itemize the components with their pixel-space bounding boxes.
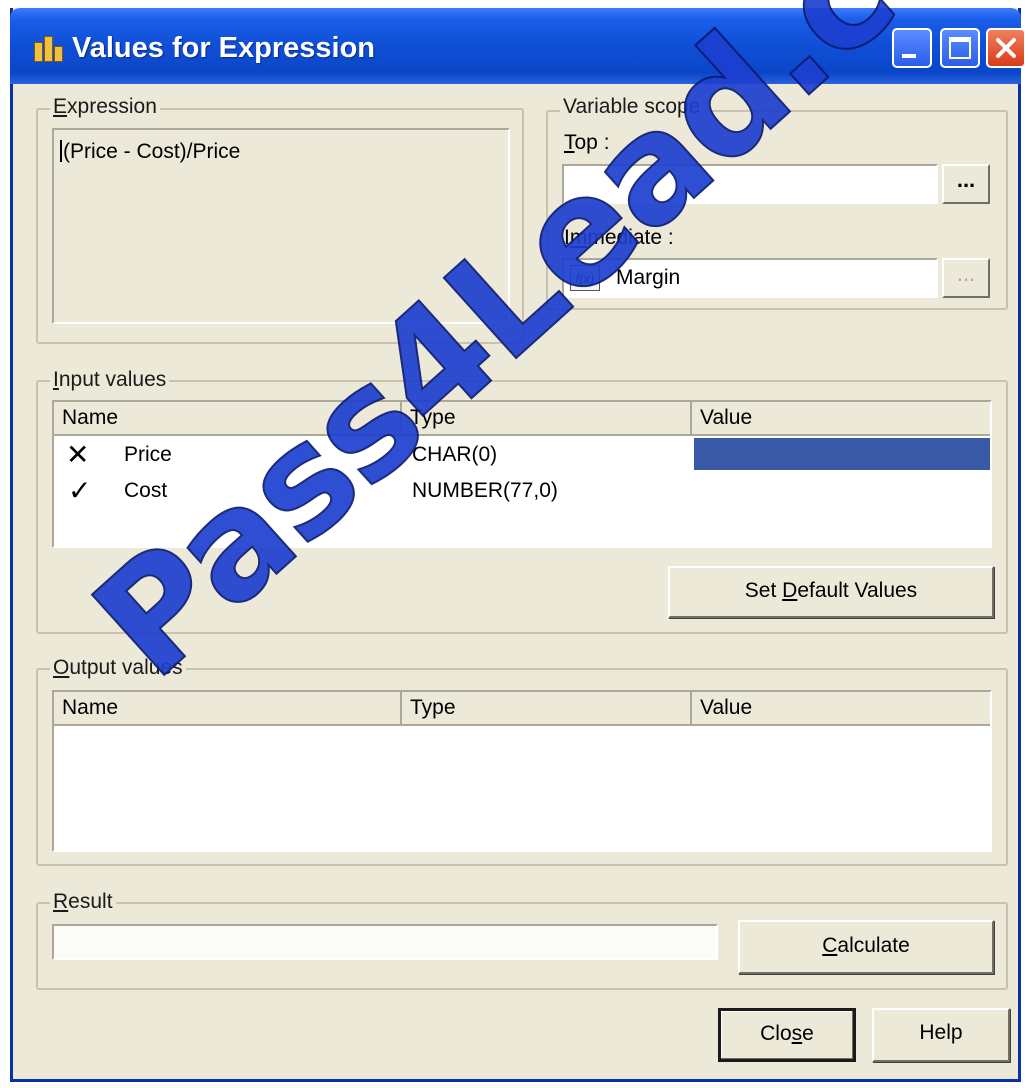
table-row[interactable]: ✕ Price CHAR(0) (54, 438, 990, 472)
expression-label: Expression (50, 95, 160, 119)
app-icon (32, 36, 63, 62)
immediate-label: Immediate : (564, 226, 674, 249)
row-name: Price (124, 443, 172, 466)
close-button[interactable]: Close (718, 1008, 856, 1062)
text-caret (60, 140, 62, 162)
immediate-value: Margin (616, 266, 681, 289)
output-list-header: Name Type Value (54, 692, 990, 726)
help-button[interactable]: Help (872, 1008, 1010, 1062)
title-bar[interactable]: Values for Expression (10, 8, 1026, 84)
input-values-list[interactable]: Name Type Value ✕ Price CHAR(0) ✓ Cost N… (52, 400, 992, 548)
row-type: CHAR(0) (412, 443, 498, 466)
function-icon: f(x) (570, 265, 600, 291)
input-list-header: Name Type Value (54, 402, 990, 436)
column-header-type[interactable]: Type (402, 402, 692, 434)
minimize-button[interactable] (892, 28, 932, 68)
top-label: Top : (564, 131, 610, 154)
immediate-browse-button[interactable]: ... (942, 258, 990, 298)
check-mark-icon: ✓ (68, 475, 92, 506)
result-field[interactable] (52, 924, 718, 960)
result-label: Result (50, 890, 116, 914)
close-icon (996, 38, 1016, 58)
maximize-button[interactable] (940, 28, 980, 68)
output-values-list[interactable]: Name Type Value (52, 690, 992, 852)
column-header-value[interactable]: Value (692, 402, 990, 434)
variable-scope-label: Variable scope (560, 95, 704, 119)
row-value[interactable] (694, 474, 990, 508)
output-values-label: Output values (50, 656, 186, 680)
row-name: Cost (124, 479, 168, 502)
input-values-label: Input values (50, 368, 170, 392)
window-title: Values for Expression (72, 32, 376, 64)
expression-text: (Price - Cost)/Price (60, 140, 240, 164)
expression-textarea[interactable]: (Price - Cost)/Price (52, 128, 510, 324)
top-browse-button[interactable]: ... (942, 164, 990, 204)
immediate-input[interactable]: f(x) Margin (562, 258, 938, 298)
row-value-cell-selected[interactable] (694, 438, 990, 470)
column-header-name[interactable]: Name (54, 402, 402, 434)
column-header-value[interactable]: Value (692, 692, 990, 724)
set-default-values-button[interactable]: Set Default Values (668, 566, 994, 618)
maximize-icon (949, 37, 971, 59)
column-header-name[interactable]: Name (54, 692, 402, 724)
top-input[interactable] (562, 164, 938, 204)
row-type: NUMBER(77,0) (412, 479, 558, 502)
table-row[interactable]: ✓ Cost NUMBER(77,0) (54, 474, 990, 508)
column-header-type[interactable]: Type (402, 692, 692, 724)
x-mark-icon: ✕ (66, 439, 90, 470)
minimize-icon (902, 54, 916, 58)
calculate-button[interactable]: Calculate (738, 920, 994, 974)
close-window-button[interactable] (986, 28, 1026, 68)
